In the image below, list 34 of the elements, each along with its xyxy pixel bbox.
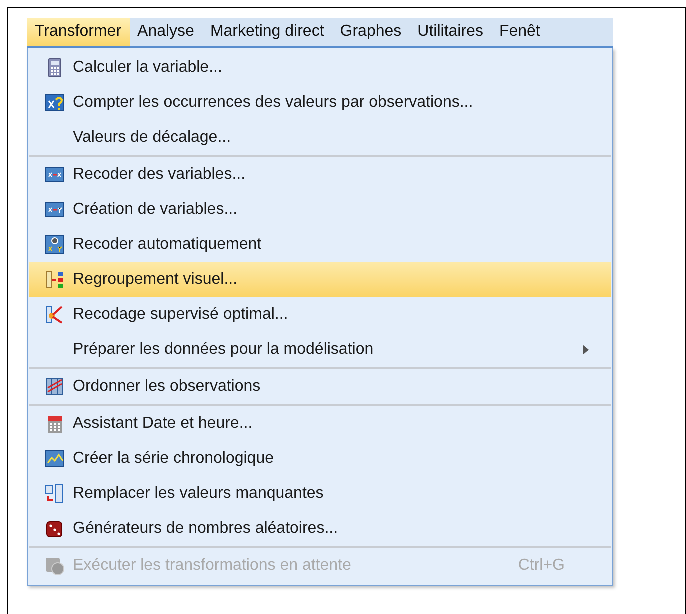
dice-icon bbox=[45, 518, 65, 538]
branching-icon bbox=[45, 304, 65, 324]
binning-icon bbox=[45, 270, 65, 290]
recode-icon bbox=[45, 164, 65, 184]
menu-bar-item[interactable]: Graphes bbox=[332, 18, 410, 46]
auto-recode-icon bbox=[45, 234, 65, 254]
calendar-icon bbox=[45, 414, 65, 434]
menu-item[interactable]: Créer la série chronologique bbox=[29, 441, 611, 476]
menu-item[interactable]: Calculer la variable... bbox=[29, 50, 611, 85]
menu-item[interactable]: Assistant Date et heure... bbox=[29, 406, 611, 441]
submenu-arrow-icon bbox=[583, 344, 589, 354]
menu-bar-item[interactable]: Transformer bbox=[27, 18, 130, 46]
menu-bar-item[interactable]: Marketing direct bbox=[202, 18, 332, 46]
menu-bar-item[interactable]: Analyse bbox=[130, 18, 202, 46]
menu-bar-item[interactable]: Utilitaires bbox=[410, 18, 492, 46]
menu-item[interactable]: Recoder des variables... bbox=[29, 157, 611, 192]
replace-values-icon bbox=[45, 484, 65, 504]
run-pending-icon bbox=[45, 556, 65, 576]
shortcut-label: Ctrl+G bbox=[518, 556, 565, 576]
menu-bar-item[interactable]: Fenêt bbox=[491, 18, 548, 46]
menu-item[interactable]: Ordonner les observations bbox=[29, 369, 611, 404]
variable-question-icon bbox=[45, 92, 65, 112]
line-chart-icon bbox=[45, 448, 65, 468]
menu-item[interactable]: Recoder automatiquement bbox=[29, 227, 611, 262]
menu-item[interactable]: Regroupement visuel... bbox=[29, 262, 611, 297]
menu-item[interactable]: Recodage supervisé optimal... bbox=[29, 297, 611, 332]
menu-item[interactable]: Création de variables... bbox=[29, 192, 611, 227]
menu-item[interactable]: Générateurs de nombres aléatoires... bbox=[29, 511, 611, 546]
menu-item[interactable]: Préparer les données pour la modélisation bbox=[29, 332, 611, 367]
menu-item[interactable]: Valeurs de décalage... bbox=[29, 120, 611, 155]
create-variable-icon bbox=[45, 200, 65, 220]
menu-item[interactable]: Compter les occurrences des valeurs par observations... bbox=[29, 85, 611, 120]
sort-cases-icon bbox=[45, 376, 65, 396]
menu-item[interactable]: Remplacer les valeurs manquantes bbox=[29, 476, 611, 511]
